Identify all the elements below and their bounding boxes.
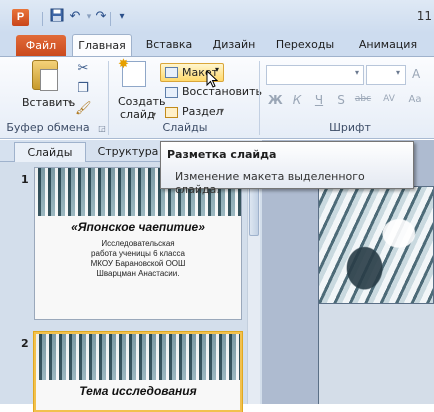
font-group-label: Шрифт — [329, 121, 371, 134]
section-dropdown-icon[interactable]: ▾ — [220, 106, 224, 115]
quick-access-separator — [110, 12, 111, 26]
powerpoint-app-icon[interactable]: P — [12, 9, 29, 26]
window-title: 11 — [416, 9, 432, 23]
slide-number: 1 — [21, 173, 29, 186]
tab-animation[interactable]: Анимация — [348, 33, 428, 57]
slide-title: Тема исследования — [79, 384, 197, 398]
copy-icon[interactable]: ❐ — [75, 81, 91, 97]
font-size-dropdown-icon[interactable]: ▾ — [396, 68, 400, 77]
current-slide-preview[interactable] — [318, 186, 434, 304]
tab-slides[interactable]: Слайды — [14, 142, 86, 162]
character-spacing-button[interactable]: AV — [380, 94, 398, 104]
font-name-field[interactable] — [266, 65, 364, 85]
tab-home[interactable]: Главная — [72, 34, 132, 58]
group-separator — [108, 61, 109, 135]
ribbon-tab-bar: Файл Главная Вставка Дизайн Переходы Ани… — [0, 33, 434, 58]
mouse-cursor-icon — [206, 69, 219, 88]
grow-font-icon[interactable]: A — [412, 67, 420, 81]
section-button[interactable]: Раздел — [182, 105, 223, 118]
change-case-button[interactable]: Aa — [406, 94, 424, 105]
slide-subtitle-line: Шварцман Анастасии. — [96, 269, 180, 278]
format-painter-icon[interactable]: 🖌 — [75, 101, 92, 117]
slides-group-label: Слайды — [162, 121, 208, 134]
new-slide-dropdown-icon[interactable]: ▾ — [152, 110, 156, 119]
new-slide-label-line1[interactable]: Создать — [118, 95, 166, 108]
slide-title: «Японское чаепитие» — [71, 220, 205, 234]
current-slide-lower — [318, 304, 434, 404]
section-icon — [165, 107, 178, 118]
shadow-button[interactable]: S — [334, 93, 348, 107]
clipboard-group-label: Буфер обмена — [6, 121, 90, 134]
italic-button[interactable]: К — [290, 93, 304, 107]
underline-button[interactable]: Ч — [312, 93, 326, 107]
slide-number: 2 — [21, 337, 29, 350]
tooltip-title: Разметка слайда — [167, 148, 277, 161]
slide-subtitle-line: Исследовательская — [101, 239, 175, 248]
font-name-dropdown-icon[interactable]: ▾ — [355, 68, 359, 77]
tab-file[interactable]: Файл — [16, 35, 66, 57]
layout-tooltip: Разметка слайда Изменение макета выделен… — [160, 141, 414, 196]
customize-quick-access-icon[interactable]: ▾ — [113, 8, 131, 26]
group-separator — [259, 61, 260, 135]
slide-subtitle-line: работа ученицы 6 класса — [91, 249, 185, 258]
slide-subtitle-line: МКОУ Барановской ООШ — [90, 259, 186, 268]
bold-button[interactable]: Ж — [268, 93, 283, 107]
save-icon[interactable] — [48, 8, 66, 26]
tab-design[interactable]: Дизайн — [205, 33, 263, 57]
layout-icon — [165, 67, 178, 78]
new-slide-label-line2[interactable]: слайд — [120, 108, 155, 121]
paste-sheet-icon — [40, 69, 58, 91]
reset-slide-icon — [165, 87, 178, 98]
slide-decor-band — [36, 334, 240, 380]
redo-icon[interactable]: ↷ — [92, 8, 110, 26]
ribbon-home: Вставить ▾ ✂ ❐ 🖌 Буфер обмена ◲ ✸ Создат… — [0, 56, 434, 139]
tooltip-description: Изменение макета выделенного слайда. — [175, 170, 365, 196]
cut-icon[interactable]: ✂ — [75, 61, 91, 77]
tab-transitions[interactable]: Переходы — [270, 33, 340, 57]
strikethrough-button[interactable]: abc — [352, 94, 374, 104]
quick-access-separator — [42, 12, 43, 26]
slide-thumbnail-2[interactable]: Тема исследования — [34, 332, 242, 412]
paste-dropdown-icon[interactable]: ▾ — [68, 98, 72, 107]
reset-button[interactable]: Восстановить — [182, 85, 262, 98]
tab-insert[interactable]: Вставка — [140, 33, 198, 57]
tab-outline[interactable]: Структура — [92, 142, 164, 162]
new-slide-star-icon: ✸ — [118, 57, 129, 72]
title-bar: P ↶ ▾ ↷ ▾ 11 — [0, 0, 434, 33]
